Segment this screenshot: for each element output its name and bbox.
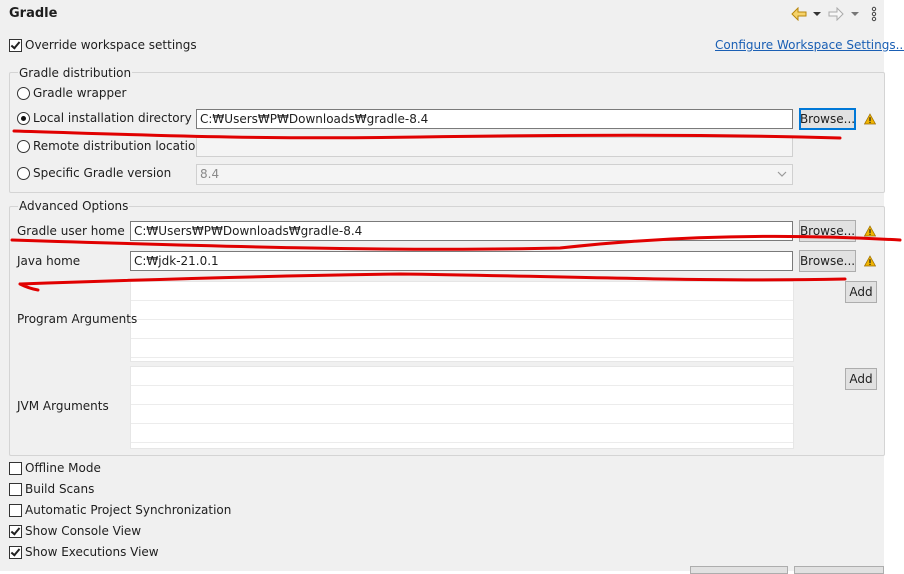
- list-item[interactable]: [131, 282, 793, 301]
- offline-mode-checkbox[interactable]: [9, 462, 22, 475]
- list-item[interactable]: [131, 405, 793, 424]
- auto-sync-checkbox[interactable]: [9, 504, 22, 517]
- override-workspace-label: Override workspace settings: [25, 38, 197, 52]
- java-home-label: Java home: [17, 254, 81, 268]
- gradle-user-home-input[interactable]: C:₩Users₩P₩Downloads₩gradle-8.4: [130, 221, 793, 241]
- show-console-view-checkbox[interactable]: [9, 525, 22, 538]
- page-title: Gradle: [9, 6, 58, 21]
- program-arguments-list[interactable]: [130, 281, 794, 362]
- view-menu-icon[interactable]: [867, 5, 881, 23]
- browse-java-home-button[interactable]: Browse...: [799, 250, 856, 272]
- specific-version-value: 8.4: [200, 167, 220, 181]
- warning-icon: [863, 255, 877, 267]
- add-program-argument-button[interactable]: Add: [845, 281, 877, 303]
- warning-icon: [863, 113, 877, 125]
- warning-icon: [863, 225, 877, 237]
- radio-gradle-wrapper[interactable]: [17, 87, 30, 100]
- gradle-distribution-title: Gradle distribution: [18, 66, 133, 80]
- auto-sync-label: Automatic Project Synchronization: [25, 503, 232, 517]
- offline-mode-label: Offline Mode: [25, 461, 101, 475]
- build-scans-checkbox[interactable]: [9, 483, 22, 496]
- radio-local-installation[interactable]: [17, 112, 30, 125]
- configure-workspace-link[interactable]: Configure Workspace Settings...: [715, 38, 904, 52]
- override-workspace-checkbox[interactable]: [9, 39, 22, 52]
- list-item[interactable]: [131, 386, 793, 405]
- build-scans-label: Build Scans: [25, 482, 95, 496]
- show-executions-view-label: Show Executions View: [25, 545, 159, 559]
- show-console-view-label: Show Console View: [25, 524, 142, 538]
- chevron-down-icon: [777, 171, 787, 177]
- gradle-user-home-label: Gradle user home: [17, 224, 125, 238]
- jvm-arguments-label: JVM Arguments: [17, 399, 109, 413]
- remote-distribution-input[interactable]: [196, 137, 793, 157]
- gradle-wrapper-label: Gradle wrapper: [33, 86, 127, 100]
- show-executions-view-checkbox[interactable]: [9, 546, 22, 559]
- browse-local-installation-button[interactable]: Browse...: [799, 108, 856, 130]
- local-installation-label: Local installation directory: [33, 111, 192, 125]
- list-item[interactable]: [131, 301, 793, 320]
- advanced-options-title: Advanced Options: [18, 199, 130, 213]
- specific-version-label: Specific Gradle version: [33, 166, 172, 180]
- forward-arrow-icon[interactable]: [826, 5, 846, 23]
- gradle-preferences-panel: Gradle Override workspace settings Confi…: [0, 0, 904, 574]
- list-item[interactable]: [131, 339, 793, 358]
- apply-button[interactable]: [794, 566, 884, 574]
- forward-dropdown-icon[interactable]: [849, 5, 861, 23]
- list-item[interactable]: [131, 367, 793, 386]
- list-item[interactable]: [131, 320, 793, 339]
- program-arguments-label: Program Arguments: [17, 312, 138, 326]
- add-jvm-argument-button[interactable]: Add: [845, 368, 877, 390]
- restore-defaults-button[interactable]: [690, 566, 788, 574]
- radio-specific-version[interactable]: [17, 167, 30, 180]
- local-installation-input[interactable]: C:₩Users₩P₩Downloads₩gradle-8.4: [196, 109, 793, 129]
- back-dropdown-icon[interactable]: [811, 5, 823, 23]
- list-item[interactable]: [131, 424, 793, 443]
- specific-version-select[interactable]: 8.4: [196, 164, 793, 185]
- back-arrow-icon[interactable]: [789, 5, 809, 23]
- radio-remote-distribution[interactable]: [17, 140, 30, 153]
- java-home-input[interactable]: C:₩jdk-21.0.1: [130, 251, 793, 271]
- browse-user-home-button[interactable]: Browse...: [799, 220, 856, 242]
- jvm-arguments-list[interactable]: [130, 366, 794, 449]
- remote-distribution-label: Remote distribution location: [33, 139, 203, 153]
